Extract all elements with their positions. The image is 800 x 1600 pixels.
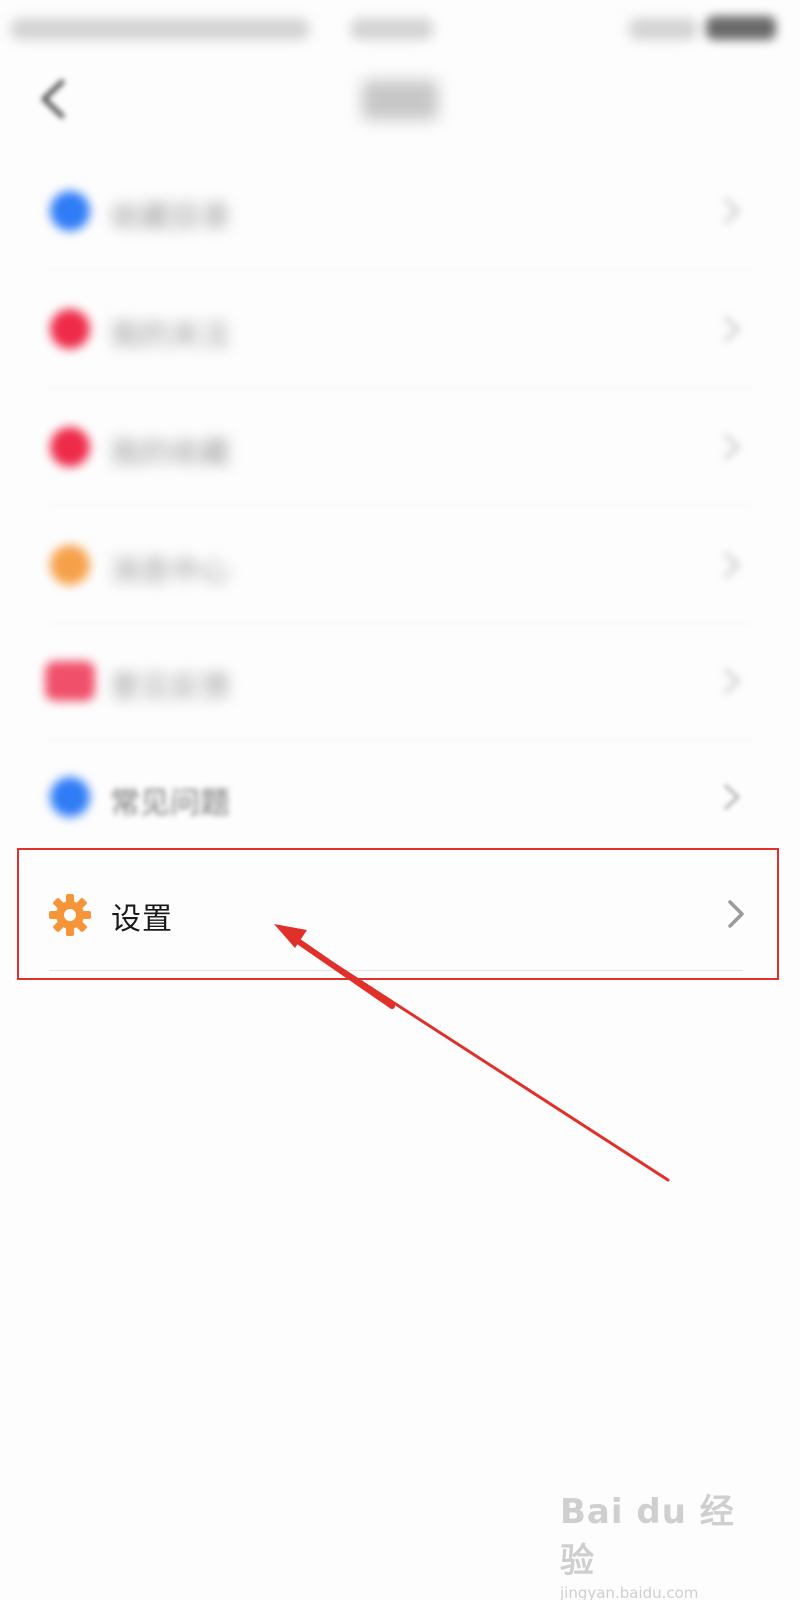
menu-item-label: 收藏目录 xyxy=(110,200,230,235)
chevron-left-icon xyxy=(41,79,65,119)
status-time xyxy=(350,18,434,40)
menu-item-favorites-dir[interactable]: 收藏目录 xyxy=(30,152,770,270)
chevron-right-icon xyxy=(724,434,740,460)
row-divider xyxy=(49,970,743,971)
status-bar xyxy=(0,0,800,56)
red-message-icon xyxy=(45,661,95,701)
chevron-right-icon xyxy=(724,316,740,342)
gear-icon xyxy=(49,894,91,936)
watermark-url: jingyan.baidu.com xyxy=(560,1584,699,1600)
chevron-right-icon xyxy=(728,900,744,928)
chevron-right-icon xyxy=(724,552,740,578)
back-button[interactable] xyxy=(34,76,74,122)
chevron-right-icon xyxy=(724,198,740,224)
menu-item-settings[interactable]: 设置 xyxy=(17,848,779,980)
app-screen: 收藏目录 我的关注 我的收藏 消息中心 意见反馈 常见问题 设置 Bai du … xyxy=(0,0,800,1600)
menu-item-following[interactable]: 我的关注 xyxy=(30,270,770,388)
battery-icon xyxy=(706,16,776,40)
red-star-icon xyxy=(50,427,90,467)
red-heart-icon xyxy=(50,309,90,349)
page-title xyxy=(362,80,438,120)
menu-item-faq[interactable]: 常见问题 xyxy=(30,738,770,856)
blue-help-icon xyxy=(50,777,90,817)
chevron-right-icon xyxy=(724,668,740,694)
menu-item-label: 常见问题 xyxy=(110,786,230,821)
menu-item-collection[interactable]: 我的收藏 xyxy=(30,388,770,506)
menu-item-label: 我的关注 xyxy=(110,318,230,353)
menu-item-messages[interactable]: 消息中心 xyxy=(30,506,770,624)
menu-item-label: 意见反馈 xyxy=(110,670,230,705)
menu-item-feedback[interactable]: 意见反馈 xyxy=(30,622,770,740)
status-carrier-text xyxy=(10,18,310,40)
settings-label: 设置 xyxy=(111,902,173,937)
blue-dot-icon xyxy=(50,191,90,231)
chevron-right-icon xyxy=(724,784,740,810)
menu-item-label: 消息中心 xyxy=(110,554,230,589)
watermark-logo: Bai du 经验 xyxy=(560,1492,735,1581)
menu-item-label: 我的收藏 xyxy=(110,436,230,471)
watermark: Bai du 经验 jingyan.baidu.com xyxy=(560,1484,760,1600)
orange-bell-icon xyxy=(50,545,90,585)
status-signal-icons xyxy=(628,18,698,40)
